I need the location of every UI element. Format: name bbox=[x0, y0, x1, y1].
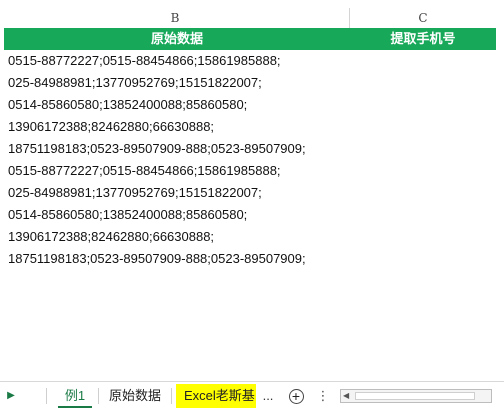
header-cell-original-data[interactable]: 原始数据 bbox=[4, 28, 350, 50]
plus-circle-icon: + bbox=[288, 389, 304, 405]
more-tabs-button[interactable]: ... bbox=[260, 384, 276, 408]
sheet-tab-example1[interactable]: 例1 bbox=[58, 384, 92, 408]
table-row[interactable]: 0515-88772227;0515-88454866;15861985888; bbox=[4, 50, 496, 72]
play-right-icon[interactable]: ▶ bbox=[4, 384, 18, 408]
table-row[interactable]: 025-84988981;13770952769;15151822007; bbox=[4, 72, 496, 94]
triangle-left-icon[interactable]: ◀ bbox=[343, 390, 349, 402]
data-area: 0515-88772227;0515-88454866;15861985888;… bbox=[4, 50, 496, 270]
sheet-tab-excel-laosiji[interactable]: Excel老斯基 bbox=[176, 384, 256, 408]
table-row[interactable]: 0514-85860580;13852400088;85860580; bbox=[4, 94, 496, 116]
header-cell-extract-phone[interactable]: 提取手机号 bbox=[350, 28, 496, 50]
table-row[interactable]: 13906172388;82462880;66630888; bbox=[4, 226, 496, 248]
tab-separator bbox=[98, 388, 99, 404]
column-header-b[interactable]: B bbox=[0, 8, 350, 28]
table-header-band: 原始数据 提取手机号 bbox=[4, 28, 496, 50]
column-header-row: B C bbox=[0, 0, 504, 28]
add-sheet-button[interactable]: + bbox=[286, 384, 306, 408]
table-row[interactable]: 13906172388;82462880;66630888; bbox=[4, 116, 496, 138]
column-header-c[interactable]: C bbox=[350, 8, 496, 28]
table-row[interactable]: 0514-85860580;13852400088;85860580; bbox=[4, 204, 496, 226]
table-row[interactable]: 18751198183;0523-89507909-888;0523-89507… bbox=[4, 248, 496, 270]
table-row[interactable]: 0515-88772227;0515-88454866;15861985888; bbox=[4, 160, 496, 182]
scrollbar-thumb[interactable] bbox=[355, 392, 475, 400]
sheet-tab-bar: ▶ 例1 原始数据 Excel老斯基 ... + ⋮ ◀ bbox=[0, 381, 504, 409]
table-row[interactable]: 025-84988981;13770952769;15151822007; bbox=[4, 182, 496, 204]
table-row[interactable]: 18751198183;0523-89507909-888;0523-89507… bbox=[4, 138, 496, 160]
tab-separator bbox=[171, 388, 172, 404]
vertical-dots-icon[interactable]: ⋮ bbox=[316, 384, 330, 408]
sheet-tab-original-data[interactable]: 原始数据 bbox=[104, 384, 166, 408]
tab-separator bbox=[46, 388, 47, 404]
horizontal-scrollbar[interactable]: ◀ bbox=[340, 389, 492, 403]
